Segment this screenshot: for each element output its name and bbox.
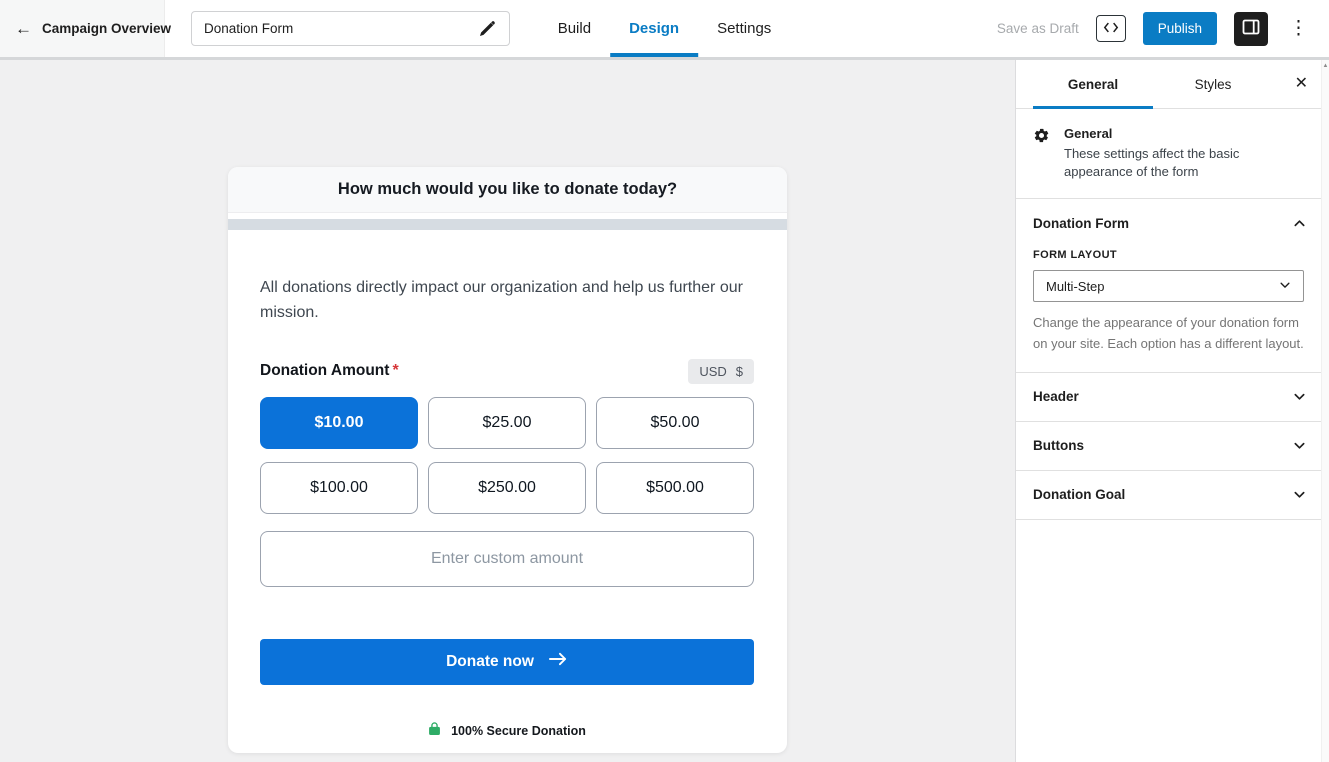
secure-donation-text: 100% Secure Donation — [451, 724, 586, 738]
currency-badge: USD $ — [688, 359, 754, 384]
form-description: All donations directly impact our organi… — [260, 276, 754, 326]
amount-option-25[interactable]: $25.00 — [428, 397, 586, 449]
panel-header-donation-goal[interactable]: Donation Goal — [1016, 471, 1321, 519]
panel-header-donation-form[interactable]: Donation Form — [1016, 199, 1321, 247]
amount-header-row: Donation Amount* USD $ — [260, 359, 754, 384]
sidebar-intro-text: General These settings affect the basic … — [1064, 126, 1269, 181]
topbar: ← Campaign Overview Build Design Setting… — [0, 0, 1329, 60]
panel-title: Donation Form — [1033, 216, 1129, 231]
amount-option-250[interactable]: $250.00 — [428, 462, 586, 514]
form-layout-label: FORM LAYOUT — [1033, 249, 1304, 261]
currency-code: USD — [699, 364, 726, 379]
donate-now-button[interactable]: Donate now — [260, 639, 754, 685]
lock-icon — [428, 721, 441, 741]
publish-button[interactable]: Publish — [1143, 12, 1217, 45]
sidebar-intro-description: These settings affect the basic appearan… — [1064, 145, 1269, 181]
custom-amount-input[interactable] — [260, 531, 754, 587]
kebab-menu-icon[interactable]: ⋮ — [1285, 17, 1312, 40]
form-name-input[interactable] — [204, 21, 478, 36]
edit-pencil-icon[interactable] — [478, 19, 497, 38]
chevron-down-icon — [1293, 439, 1306, 452]
select-chevron-down-icon — [1279, 279, 1291, 294]
sidebar-toggle-icon — [1241, 17, 1261, 40]
sidebar-scrollbar[interactable]: ▲ — [1321, 60, 1329, 762]
sidebar-tabs: General Styles ✕ — [1016, 60, 1321, 109]
tab-build[interactable]: Build — [539, 0, 610, 57]
required-marker: * — [392, 362, 398, 379]
form-builder-app: ← Campaign Overview Build Design Setting… — [0, 0, 1329, 762]
chevron-down-icon — [1293, 390, 1306, 403]
main-area: How much would you like to donate today?… — [0, 60, 1329, 762]
panel-donation-goal-section: Donation Goal — [1016, 471, 1321, 520]
sidebar-tab-general[interactable]: General — [1033, 60, 1153, 108]
currency-symbol: $ — [736, 364, 743, 379]
chevron-up-icon — [1293, 217, 1306, 230]
panel-donation-form: Donation Form FORM LAYOUT Multi-Step Cha… — [1016, 199, 1321, 372]
amount-option-10[interactable]: $10.00 — [260, 397, 418, 449]
back-label: Campaign Overview — [42, 21, 171, 36]
topbar-actions: Save as Draft Publish ⋮ — [997, 12, 1329, 46]
form-name-field[interactable] — [191, 11, 510, 46]
save-as-draft-button[interactable]: Save as Draft — [997, 21, 1079, 36]
amount-option-500[interactable]: $500.00 — [596, 462, 754, 514]
toggle-sidebar-button[interactable] — [1234, 12, 1268, 46]
step-progress-bar — [228, 219, 787, 230]
settings-sidebar: General Styles ✕ General These settings … — [1015, 60, 1329, 762]
arrow-right-icon — [549, 652, 568, 671]
form-layout-help-text: Change the appearance of your donation f… — [1033, 313, 1304, 353]
form-header: How much would you like to donate today? — [228, 167, 787, 213]
panel-title: Buttons — [1033, 438, 1084, 453]
gear-icon — [1033, 127, 1050, 181]
panel-buttons-section: Buttons — [1016, 422, 1321, 471]
back-arrow-icon: ← — [15, 20, 32, 37]
amount-label-group: Donation Amount* — [260, 362, 399, 380]
form-body: All donations directly impact our organi… — [228, 230, 787, 741]
donation-amount-label: Donation Amount — [260, 362, 389, 379]
form-layout-select[interactable]: Multi-Step — [1033, 270, 1304, 302]
form-layout-selected-value: Multi-Step — [1046, 279, 1105, 294]
scrollbar-up-arrow-icon[interactable]: ▲ — [1323, 63, 1329, 762]
amount-option-50[interactable]: $50.00 — [596, 397, 754, 449]
design-canvas: How much would you like to donate today?… — [0, 60, 1015, 762]
code-icon — [1103, 21, 1119, 37]
builder-tabs: Build Design Settings — [539, 0, 791, 57]
panel-header-section: Header — [1016, 373, 1321, 422]
panel-header-header[interactable]: Header — [1016, 373, 1321, 421]
panel-header-buttons[interactable]: Buttons — [1016, 422, 1321, 470]
back-button[interactable]: ← Campaign Overview — [0, 0, 165, 57]
panel-title: Header — [1033, 389, 1079, 404]
donation-form-preview: How much would you like to donate today?… — [228, 167, 787, 753]
panel-body-donation-form: FORM LAYOUT Multi-Step Change the appear… — [1016, 247, 1321, 371]
sidebar-intro-title: General — [1064, 126, 1269, 141]
panel-title: Donation Goal — [1033, 487, 1125, 502]
chevron-down-icon — [1293, 488, 1306, 501]
form-header-title: How much would you like to donate today? — [338, 180, 677, 199]
tab-design[interactable]: Design — [610, 0, 698, 57]
embed-code-button[interactable] — [1096, 15, 1126, 42]
secure-donation-row: 100% Secure Donation — [260, 721, 754, 741]
tab-settings[interactable]: Settings — [698, 0, 790, 57]
close-icon: ✕ — [1295, 75, 1308, 92]
sidebar-tab-styles[interactable]: Styles — [1153, 60, 1273, 108]
sidebar-intro: General These settings affect the basic … — [1016, 109, 1321, 199]
amount-option-100[interactable]: $100.00 — [260, 462, 418, 514]
amount-options-grid: $10.00 $25.00 $50.00 $100.00 $250.00 $50… — [260, 397, 754, 514]
donate-now-label: Donate now — [446, 653, 534, 671]
close-sidebar-button[interactable]: ✕ — [1295, 76, 1308, 92]
